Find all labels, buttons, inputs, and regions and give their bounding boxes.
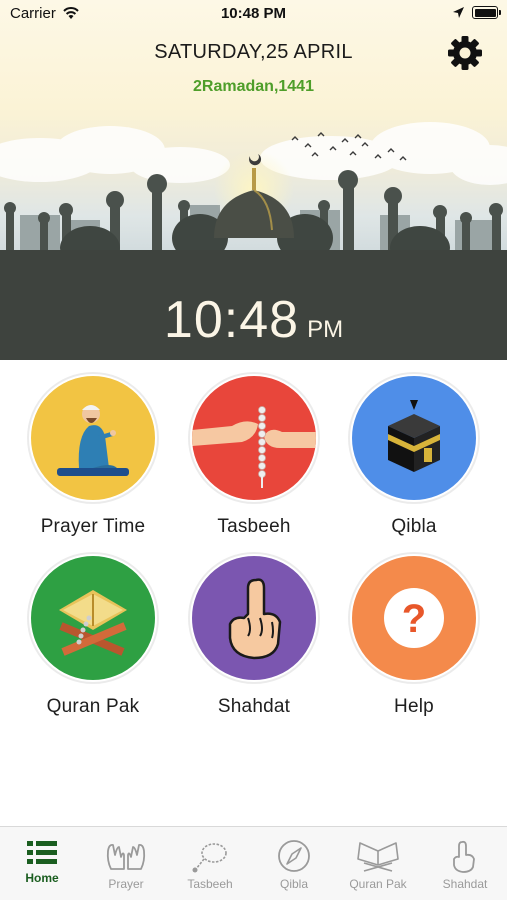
list-icon bbox=[27, 841, 57, 864]
quran-stand-icon[interactable] bbox=[29, 554, 157, 682]
feature-label: Quran Pak bbox=[46, 696, 140, 717]
tasbeeh-hands-icon[interactable] bbox=[190, 374, 318, 502]
time-value: 10:48 bbox=[163, 291, 300, 349]
tab-shahdat[interactable]: Shahdat bbox=[423, 827, 507, 900]
tasbeeh-beads-icon bbox=[192, 843, 227, 873]
tab-prayer[interactable]: Prayer bbox=[84, 827, 168, 900]
feature-label: Tasbeeh bbox=[217, 516, 291, 537]
tab-label: Home bbox=[25, 871, 59, 885]
svg-text:?: ? bbox=[402, 597, 426, 641]
kaaba-icon[interactable] bbox=[350, 374, 478, 502]
praying-hands-icon bbox=[106, 843, 146, 870]
feature-help[interactable]: ? Help bbox=[334, 554, 494, 718]
location-arrow-icon bbox=[453, 7, 464, 18]
hijri-date: 2Ramadan,1441 bbox=[193, 78, 314, 95]
tab-label: Qibla bbox=[279, 877, 308, 891]
feature-label: Prayer Time bbox=[40, 516, 146, 537]
tab-label: Prayer bbox=[108, 877, 144, 891]
feature-prayer-time[interactable]: Prayer Time bbox=[13, 374, 173, 538]
index-finger-icon[interactable] bbox=[190, 554, 318, 682]
gregorian-date: SATURDAY,25 APRIL bbox=[154, 41, 353, 63]
tab-label: Tasbeeh bbox=[187, 877, 233, 891]
time-ampm: PM bbox=[307, 316, 344, 343]
settings-gear-icon[interactable] bbox=[446, 34, 484, 72]
status-bar: Carrier 10:48 PM bbox=[0, 0, 507, 28]
praying-man-icon[interactable] bbox=[29, 374, 157, 502]
feature-shahdat[interactable]: Shahdat bbox=[174, 554, 334, 718]
question-icon[interactable]: ? bbox=[350, 554, 478, 682]
battery-icon bbox=[472, 6, 501, 19]
tab-tasbeeh[interactable]: Tasbeeh bbox=[168, 827, 252, 900]
tab-label: Quran Pak bbox=[349, 877, 407, 891]
feature-qibla[interactable]: Qibla bbox=[334, 374, 494, 538]
mosque-skyline-illustration bbox=[0, 150, 507, 270]
tab-label: Shahdat bbox=[442, 877, 488, 891]
header-banner: Carrier 10:48 PM SATURDAY,25 APRIL 2Rama… bbox=[0, 0, 507, 360]
quran-icon bbox=[357, 842, 399, 872]
pointing-hand-icon bbox=[453, 840, 475, 873]
feature-label: Help bbox=[394, 696, 434, 717]
feature-quran-pak[interactable]: Quran Pak bbox=[13, 554, 173, 718]
compass-icon bbox=[278, 840, 310, 872]
tab-qibla[interactable]: Qibla bbox=[252, 827, 336, 900]
status-clock: 10:48 PM bbox=[220, 5, 287, 22]
tab-quran-pak[interactable]: Quran Pak bbox=[336, 827, 420, 900]
bottom-tab-bar: Home Prayer Tasbeeh Qibla Quran Pak Shah… bbox=[0, 826, 507, 900]
feature-label: Shahdat bbox=[217, 696, 291, 717]
feature-tasbeeh[interactable]: Tasbeeh bbox=[174, 374, 334, 538]
tab-home[interactable]: Home bbox=[0, 827, 84, 900]
feature-label: Qibla bbox=[391, 516, 437, 537]
current-time: 10:48 PM bbox=[0, 290, 507, 350]
